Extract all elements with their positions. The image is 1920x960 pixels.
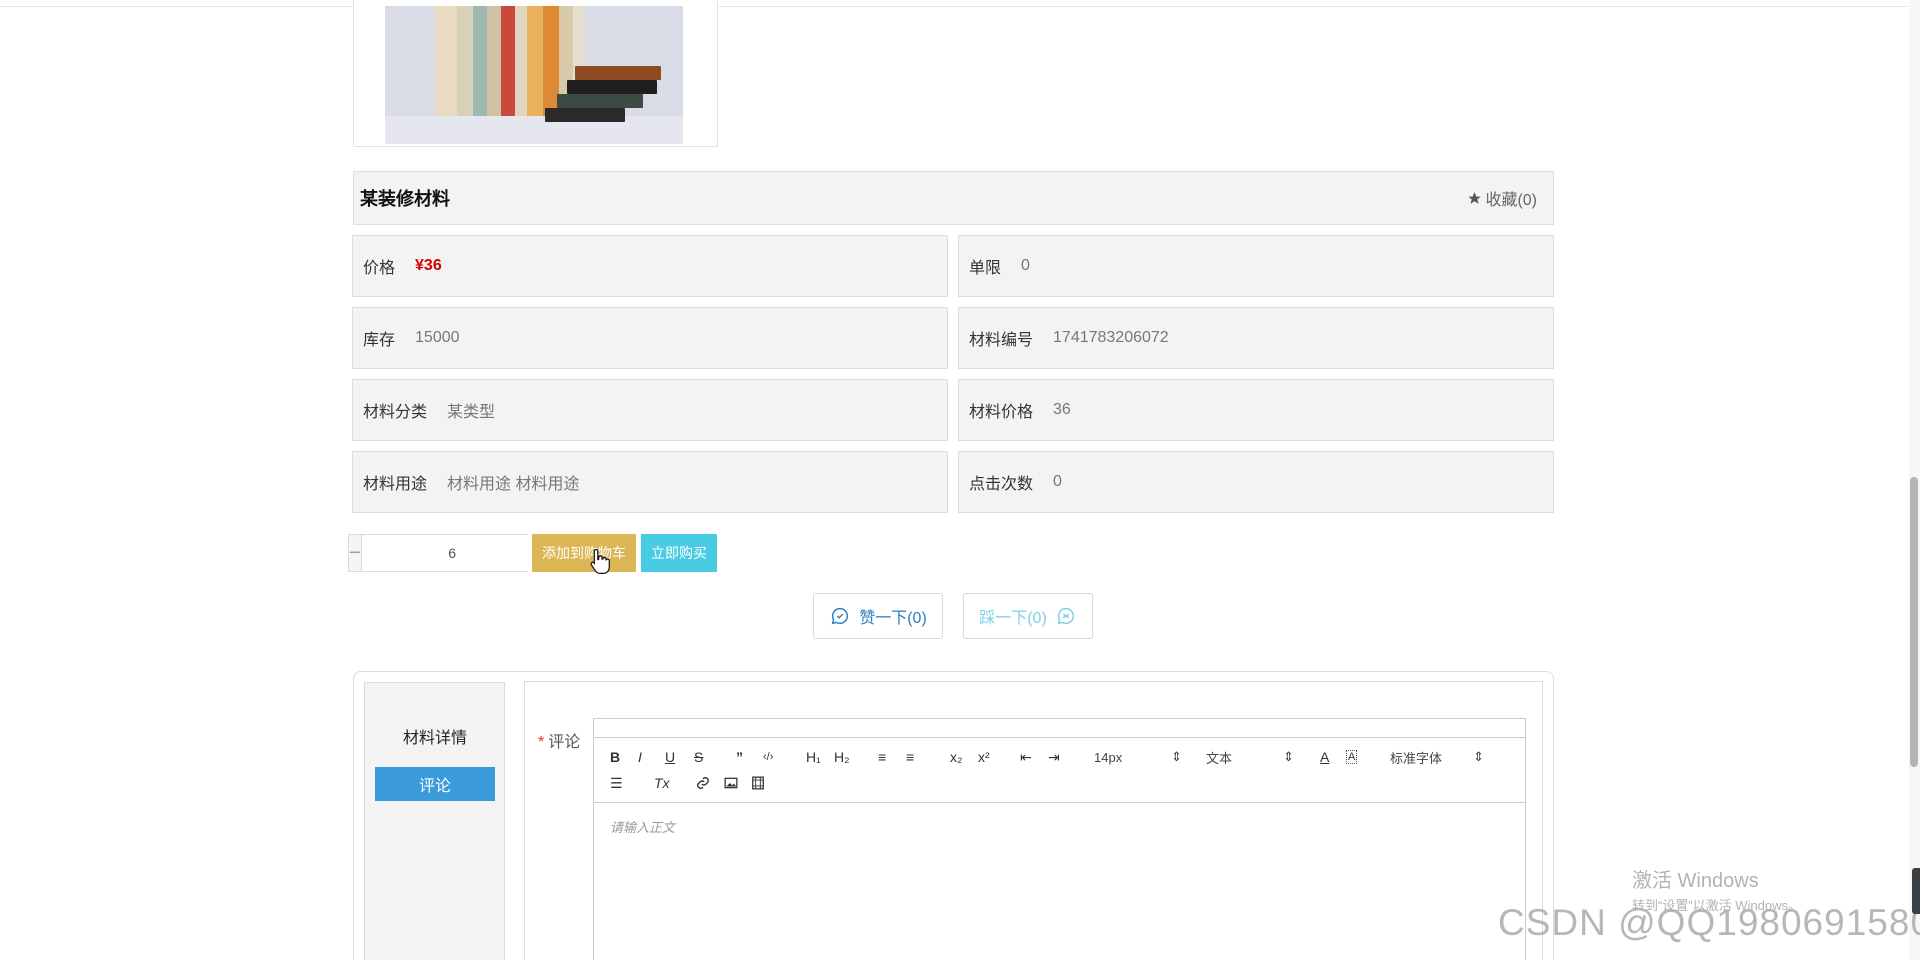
category-cell: 材料分类 某类型 [352, 379, 948, 441]
csdn-watermark: CSDN @QQ1980691580 [1498, 902, 1920, 943]
scrollbar-thumb[interactable] [1910, 477, 1918, 767]
align-left-icon: ☰ [610, 774, 623, 791]
italic-button[interactable]: I [638, 748, 642, 766]
price-cell: 价格 ¥36 [352, 235, 948, 297]
thumbs-down-icon [1057, 607, 1074, 625]
stock-label: 库存 [363, 332, 396, 349]
comment-label-text: 评论 [548, 734, 581, 751]
buy-now-button[interactable]: 立即购买 [641, 534, 717, 572]
tab-column: 材料详情 评论 [364, 682, 505, 960]
limit-value: 0 [1021, 257, 1030, 274]
h2-button[interactable]: H₂ [834, 748, 850, 766]
product-title-bar: 某装修材料 收藏(0) [353, 171, 1554, 225]
product-image-frame [353, 0, 718, 147]
required-mark: * [538, 734, 545, 751]
code-value: 1741783206072 [1053, 329, 1169, 346]
video-button[interactable] [751, 774, 765, 792]
code-cell: 材料编号 1741783206072 [958, 307, 1554, 369]
font-color-button[interactable]: A [1320, 748, 1329, 766]
category-value: 某类型 [447, 404, 496, 421]
hand-cursor-icon [590, 548, 610, 574]
font-family-select[interactable]: 标准字体 ⇕ [1390, 748, 1484, 766]
code-label: 材料编号 [969, 332, 1034, 349]
outdent-button[interactable]: ⇤ [1020, 748, 1032, 766]
star-icon [1468, 191, 1482, 204]
category-label: 材料分类 [363, 404, 428, 421]
thumbs-up-icon [831, 607, 849, 625]
stock-cell: 库存 15000 [352, 307, 948, 369]
text-format-select[interactable]: 文本 ⇕ [1206, 748, 1294, 766]
rich-text-editor[interactable]: B I U S ” ‹/› H₁ H₂ ≡ ≡ x₂ x² ⇤ ⇥ 14px ⇕… [593, 718, 1526, 960]
dislike-button[interactable]: 踩一下(0) [963, 593, 1093, 639]
image-button[interactable] [724, 774, 738, 792]
material-price-label: 材料价格 [969, 404, 1034, 421]
font-size-select[interactable]: 14px ⇕ [1094, 748, 1182, 766]
indent-button[interactable]: ⇥ [1048, 748, 1060, 766]
top-divider [0, 6, 1920, 7]
strike-button[interactable]: S [694, 748, 703, 766]
quantity-stepper: − + [348, 534, 556, 572]
quote-button[interactable]: ” [736, 748, 743, 766]
select-arrows-icon: ⇕ [1283, 749, 1294, 764]
quantity-input[interactable] [360, 535, 544, 571]
like-label: 赞一下(0) [859, 610, 927, 627]
usage-cell: 材料用途 材料用途 材料用途 [352, 451, 948, 513]
editor-toolbar: B I U S ” ‹/› H₁ H₂ ≡ ≡ x₂ x² ⇤ ⇥ 14px ⇕… [594, 737, 1525, 803]
side-widget-tab[interactable] [1912, 868, 1920, 914]
align-left-button[interactable]: ☰ [610, 774, 623, 792]
video-icon [752, 776, 764, 790]
link-button[interactable] [696, 774, 710, 792]
subscript-button[interactable]: x₂ [950, 748, 962, 766]
superscript-button[interactable]: x² [978, 748, 990, 766]
product-image [385, 6, 683, 144]
code-button[interactable]: ‹/› [763, 748, 773, 766]
clicks-cell: 点击次数 0 [958, 451, 1554, 513]
price-label: 价格 [363, 260, 396, 277]
clicks-label: 点击次数 [969, 476, 1034, 493]
clear-format-button[interactable]: Tx [654, 774, 670, 792]
usage-value: 材料用途 材料用途 [447, 476, 580, 493]
image-icon [724, 777, 738, 789]
product-title: 某装修材料 [360, 189, 450, 209]
usage-label: 材料用途 [363, 476, 428, 493]
select-arrows-icon: ⇕ [1473, 749, 1484, 764]
background-color-icon: A [1346, 750, 1358, 764]
font-family-value: 标准字体 [1390, 750, 1443, 766]
price-value: ¥36 [415, 257, 442, 274]
decrease-quantity-button[interactable]: − [349, 535, 361, 571]
add-to-cart-button[interactable]: 添加到购物车 [532, 534, 636, 572]
link-icon [697, 777, 709, 789]
tab-comments[interactable]: 评论 [375, 767, 495, 801]
font-size-value: 14px [1094, 749, 1123, 765]
editor-placeholder[interactable]: 请输入正文 [610, 817, 675, 836]
favorite-button[interactable]: 收藏(0) [1467, 186, 1537, 210]
material-price-cell: 材料价格 36 [958, 379, 1554, 441]
underline-button[interactable]: U [665, 748, 675, 766]
h1-button[interactable]: H₁ [806, 748, 821, 766]
limit-cell: 单限 0 [958, 235, 1554, 297]
dislike-label: 踩一下(0) [979, 610, 1047, 627]
tab-material-details[interactable]: 材料详情 [375, 719, 495, 753]
comment-field-label: * 评论 [538, 728, 580, 752]
stock-value: 15000 [415, 329, 460, 346]
limit-label: 单限 [969, 260, 1002, 277]
font-color-icon: A [1320, 749, 1330, 765]
text-format-value: 文本 [1206, 750, 1233, 766]
like-button[interactable]: 赞一下(0) [813, 593, 943, 639]
windows-watermark-title: 激活 Windows [1632, 870, 1759, 892]
bold-button[interactable]: B [610, 748, 620, 766]
background-color-button[interactable]: A [1346, 748, 1358, 766]
select-arrows-icon: ⇕ [1171, 749, 1182, 764]
clicks-value: 0 [1053, 473, 1062, 490]
material-price-value: 36 [1053, 401, 1071, 418]
favorite-label: 收藏(0) [1485, 192, 1537, 209]
bullet-list-button[interactable]: ≡ [906, 748, 914, 766]
ordered-list-button[interactable]: ≡ [878, 748, 886, 766]
